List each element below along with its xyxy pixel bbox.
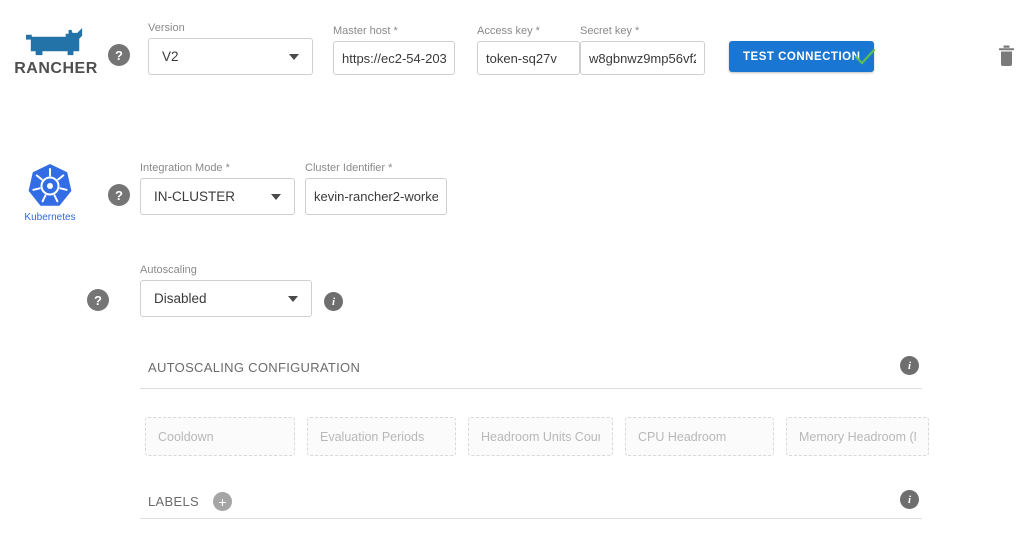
chevron-down-icon bbox=[289, 54, 299, 60]
autoscaling-value: Disabled bbox=[154, 291, 207, 306]
autoscaling-field: Autoscaling Disabled bbox=[140, 264, 312, 317]
access-key-input[interactable] bbox=[477, 41, 580, 75]
help-icon[interactable]: ? bbox=[108, 184, 130, 206]
info-icon[interactable]: i bbox=[900, 490, 919, 509]
integration-mode-value: IN-CLUSTER bbox=[154, 189, 235, 204]
rancher-bull-icon bbox=[25, 26, 87, 59]
info-glyph: i bbox=[908, 360, 911, 372]
evaluation-periods-input bbox=[307, 417, 456, 456]
secret-key-input[interactable] bbox=[580, 41, 705, 75]
version-select[interactable]: V2 bbox=[148, 38, 313, 75]
secret-key-label: Secret key * bbox=[580, 25, 705, 37]
version-value: V2 bbox=[162, 49, 179, 64]
master-host-field: Master host * bbox=[333, 25, 455, 75]
plus-icon: + bbox=[218, 494, 226, 510]
autoscaling-config-fields-row bbox=[145, 417, 929, 456]
add-label-button[interactable]: + bbox=[213, 492, 232, 511]
rancher-logo-text: RANCHER bbox=[14, 60, 98, 78]
info-glyph: i bbox=[332, 296, 335, 308]
delete-trash-icon[interactable] bbox=[998, 45, 1015, 67]
help-icon[interactable]: ? bbox=[87, 289, 109, 311]
integration-mode-label: Integration Mode * bbox=[140, 162, 295, 174]
integration-settings-page: RANCHER ? Version V2 Master host * Acces… bbox=[0, 0, 1024, 550]
section-divider bbox=[140, 388, 922, 389]
memory-headroom-input bbox=[786, 417, 929, 456]
secret-key-field: Secret key * bbox=[580, 25, 705, 75]
info-icon[interactable]: i bbox=[900, 356, 919, 375]
connection-success-check-icon bbox=[853, 47, 877, 67]
cluster-identifier-field: Cluster Identifier * bbox=[305, 162, 447, 215]
help-glyph: ? bbox=[115, 188, 123, 203]
help-glyph: ? bbox=[115, 48, 123, 63]
rancher-logo: RANCHER bbox=[10, 26, 102, 78]
section-divider bbox=[140, 518, 922, 519]
labels-heading: LABELS bbox=[148, 494, 199, 509]
master-host-input[interactable] bbox=[333, 41, 455, 75]
help-glyph: ? bbox=[94, 293, 102, 308]
integration-mode-field: Integration Mode * IN-CLUSTER bbox=[140, 162, 295, 215]
cluster-identifier-input[interactable] bbox=[305, 178, 447, 215]
cpu-headroom-input bbox=[625, 417, 774, 456]
cooldown-input bbox=[145, 417, 295, 456]
headroom-units-count-input bbox=[468, 417, 613, 456]
version-field: Version V2 bbox=[148, 22, 313, 75]
info-icon[interactable]: i bbox=[324, 292, 343, 311]
chevron-down-icon bbox=[288, 296, 298, 302]
autoscaling-label: Autoscaling bbox=[140, 264, 312, 276]
access-key-label: Access key * bbox=[477, 25, 580, 37]
version-label: Version bbox=[148, 22, 313, 34]
kubernetes-helm-icon bbox=[26, 162, 74, 210]
access-key-field: Access key * bbox=[477, 25, 580, 75]
autoscaling-select[interactable]: Disabled bbox=[140, 280, 312, 317]
kubernetes-logo: Kubernetes bbox=[14, 162, 86, 223]
master-host-label: Master host * bbox=[333, 25, 455, 37]
cluster-identifier-label: Cluster Identifier * bbox=[305, 162, 447, 174]
autoscaling-configuration-heading: AUTOSCALING CONFIGURATION bbox=[148, 360, 360, 375]
integration-mode-select[interactable]: IN-CLUSTER bbox=[140, 178, 295, 215]
info-glyph: i bbox=[908, 494, 911, 506]
chevron-down-icon bbox=[271, 194, 281, 200]
kubernetes-logo-text: Kubernetes bbox=[24, 212, 75, 223]
help-icon[interactable]: ? bbox=[108, 44, 130, 66]
